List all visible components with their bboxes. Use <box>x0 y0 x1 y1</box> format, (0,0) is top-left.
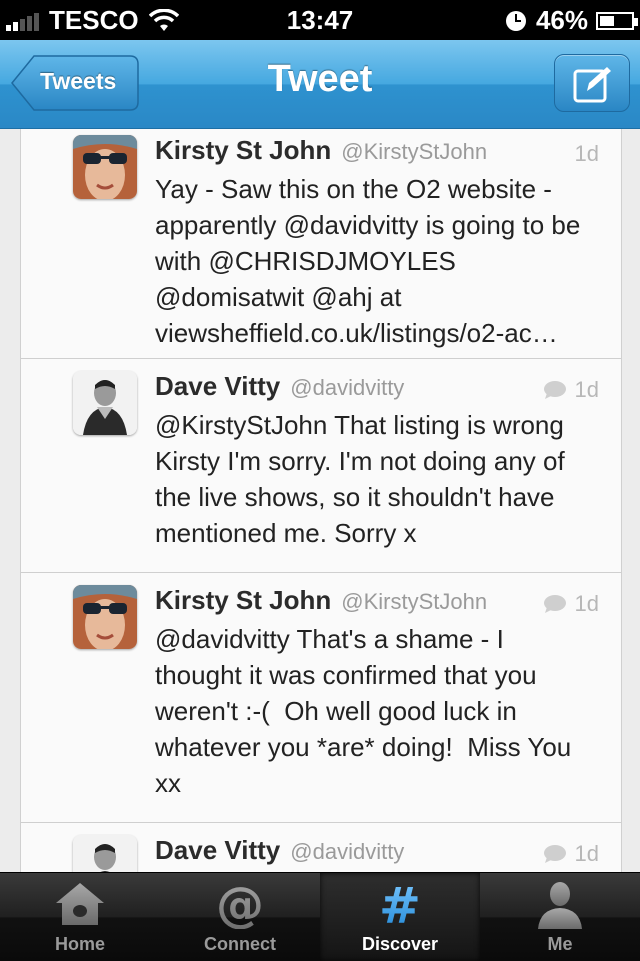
tab-home-label: Home <box>54 934 105 954</box>
tweet-text: @davidvitty That's a shame - I thought i… <box>155 624 579 798</box>
tweet-author-name[interactable]: Dave Vitty <box>155 371 280 402</box>
hash-icon: # <box>379 879 421 929</box>
tweet-author-handle[interactable]: @KirstyStJohn <box>341 589 487 615</box>
reply-bubble-icon <box>543 381 566 399</box>
battery-icon <box>596 11 638 30</box>
tweet-text: @KirstyStJohn That listing is wrong Kirs… <box>155 410 565 548</box>
tweet-time-label: 1d <box>574 591 599 616</box>
tab-bar: Home @ Connect # Discover Me <box>0 872 640 961</box>
tweet-item[interactable]: Dave Vitty @davidvitty 1d <box>21 823 621 872</box>
reply-bubble-icon <box>543 845 566 863</box>
tweet-author-handle[interactable]: @davidvitty <box>290 839 404 865</box>
person-icon <box>538 882 582 929</box>
tweet-text: Yay - Saw this on the O2 website - appar… <box>155 174 581 348</box>
alarm-clock-icon <box>505 10 526 31</box>
at-icon: @ <box>216 879 264 929</box>
avatar[interactable] <box>73 135 137 199</box>
avatar[interactable] <box>73 371 137 435</box>
tweet-list: Kirsty St John @KirstyStJohn 1d Yay - Sa… <box>20 129 622 872</box>
tweet-time: 1d <box>543 591 599 617</box>
tab-me-label: Me <box>547 934 573 954</box>
tab-me[interactable]: Me <box>480 873 640 961</box>
compose-icon <box>573 67 611 103</box>
tweet-author-name[interactable]: Kirsty St John <box>155 135 331 166</box>
tweet-conversation[interactable]: Kirsty St John @KirstyStJohn 1d Yay - Sa… <box>0 129 640 872</box>
svg-text:@: @ <box>216 879 264 929</box>
tab-connect-label: Connect <box>204 934 276 954</box>
tweet-author-handle[interactable]: @KirstyStJohn <box>341 139 487 165</box>
compose-button[interactable] <box>554 54 630 112</box>
tweet-time-label: 1d <box>574 141 599 166</box>
tab-discover[interactable]: # Discover <box>320 873 480 961</box>
reply-bubble-icon <box>543 595 566 613</box>
tweet-time-label: 1d <box>574 841 599 866</box>
tweet-item[interactable]: Kirsty St John @KirstyStJohn 1d @davidvi… <box>21 573 621 823</box>
tweet-author-handle[interactable]: @davidvitty <box>290 375 404 401</box>
tab-home[interactable]: Home <box>0 873 160 961</box>
tweet-author-name[interactable]: Kirsty St John <box>155 585 331 616</box>
home-icon <box>56 883 104 925</box>
tweet-item[interactable]: Kirsty St John @KirstyStJohn 1d Yay - Sa… <box>21 129 621 359</box>
tweet-time-label: 1d <box>574 377 599 402</box>
status-right: 46% <box>505 5 638 36</box>
tweet-time: 1d <box>575 141 599 167</box>
tweet-time: 1d <box>543 841 599 867</box>
battery-percent: 46% <box>535 5 588 35</box>
avatar[interactable] <box>73 835 137 872</box>
avatar[interactable] <box>73 585 137 649</box>
status-bar: TESCO 13:47 46% <box>0 0 640 40</box>
tab-connect[interactable]: @ Connect <box>160 873 320 961</box>
tweet-item[interactable]: Dave Vitty @davidvitty 1d @KirstyStJohn … <box>21 359 621 573</box>
tweet-author-name[interactable]: Dave Vitty <box>155 835 280 866</box>
tab-discover-label: Discover <box>361 934 439 954</box>
navigation-bar: Tweets Tweet <box>0 40 640 129</box>
tweet-time: 1d <box>543 377 599 403</box>
svg-text:#: # <box>379 879 421 929</box>
page-title: Tweet <box>267 58 373 100</box>
